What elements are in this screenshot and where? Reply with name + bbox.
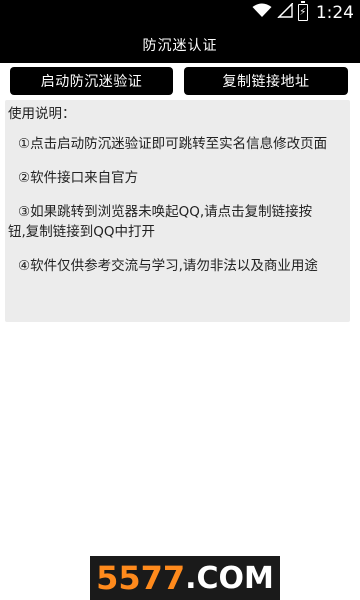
title-bar: 防沉迷认证 bbox=[0, 25, 360, 63]
app-screen: ⚡ 1:24 防沉迷认证 启动防沉迷验证 复制链接地址 使用说明： ①点击启动防… bbox=[0, 0, 360, 600]
copy-link-button[interactable]: 复制链接地址 bbox=[184, 67, 348, 95]
instruction-item-1: ①点击启动防沉迷验证即可跳转至实名信息修改页面 bbox=[18, 136, 328, 152]
instruction-item-3-line-1: ③如果跳转到浏览器未唤起QQ,请点击复制链接按 bbox=[18, 204, 313, 220]
instructions-heading: 使用说明： bbox=[8, 106, 76, 122]
status-time: 1:24 bbox=[315, 2, 354, 23]
wifi-icon bbox=[252, 3, 272, 22]
battery-charging-icon: ⚡ bbox=[297, 1, 308, 21]
instruction-item-3: ③如果跳转到浏览器未唤起QQ,请点击复制链接按 钮,复制链接到QQ中打开 bbox=[8, 202, 342, 242]
watermark-number: 5577 bbox=[96, 559, 186, 597]
status-icons: ⚡ 1:24 bbox=[252, 0, 354, 25]
status-bar: ⚡ 1:24 bbox=[0, 0, 360, 25]
watermark-logo: 5577 .COM bbox=[90, 556, 280, 600]
page-title: 防沉迷认证 bbox=[142, 37, 218, 54]
start-verification-button[interactable]: 启动防沉迷验证 bbox=[10, 67, 173, 95]
instruction-item-2: ②软件接口来自官方 bbox=[18, 170, 139, 186]
instruction-item-4: ④软件仅供参考交流与学习,请勿非法以及商业用途 bbox=[18, 258, 318, 274]
instructions-panel: 使用说明： ①点击启动防沉迷验证即可跳转至实名信息修改页面 ②软件接口来自官方 … bbox=[5, 100, 350, 322]
signal-icon bbox=[277, 2, 294, 22]
watermark-suffix: .COM bbox=[185, 560, 274, 596]
instruction-item-3-line-2: 钮,复制链接到QQ中打开 bbox=[8, 224, 156, 240]
